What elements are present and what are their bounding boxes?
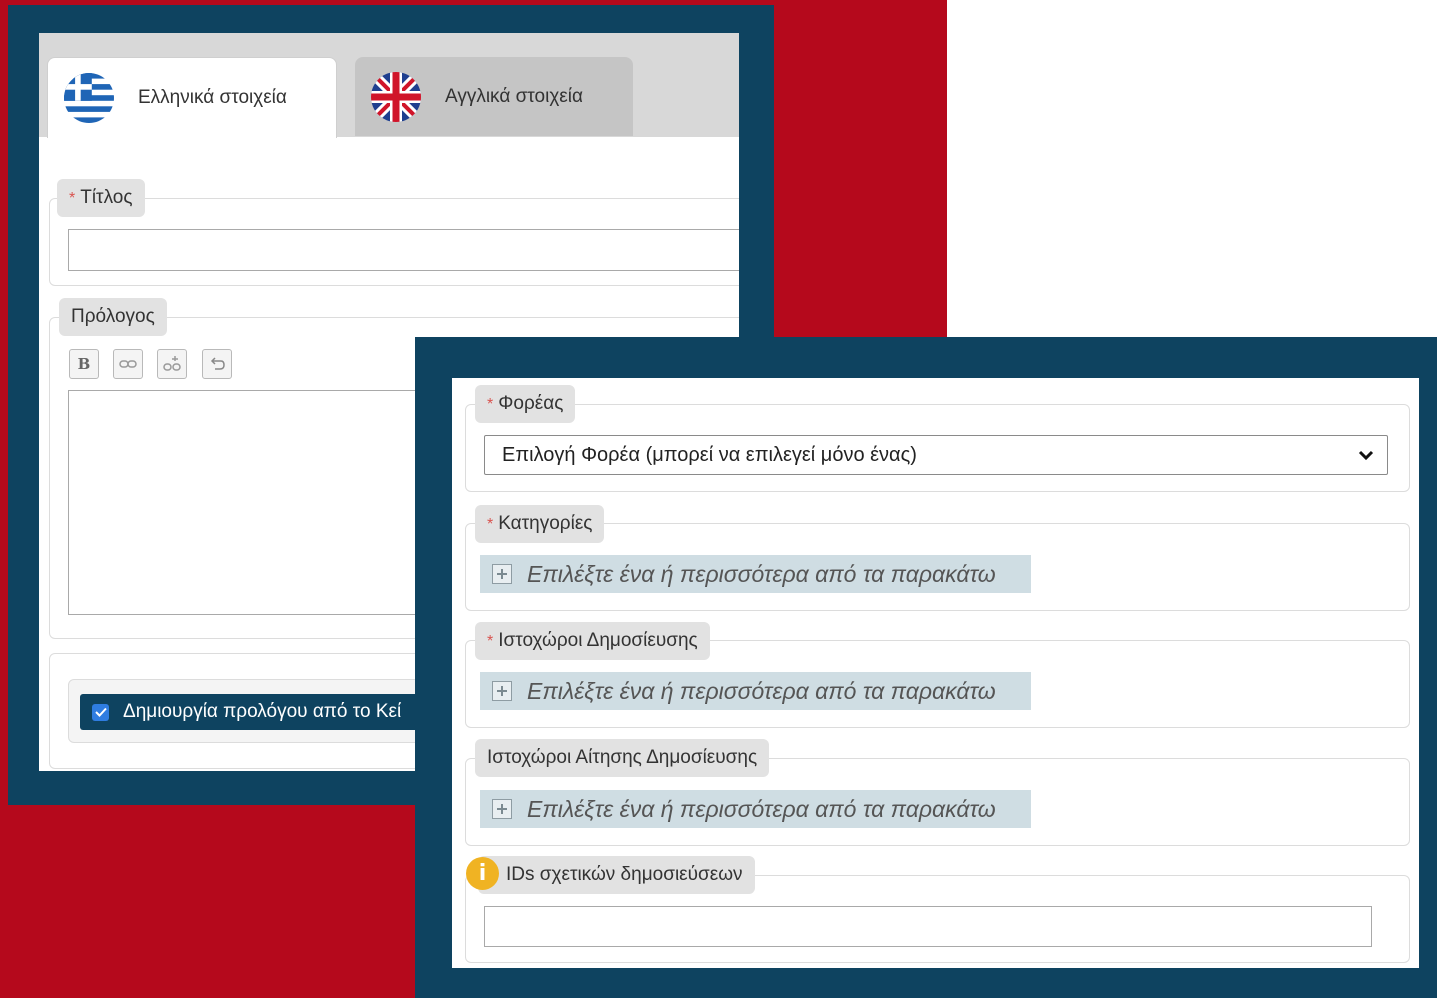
publish-sites-placeholder: Επιλέξτε ένα ή περισσότερα από τα παρακά… bbox=[527, 677, 996, 704]
title-input[interactable] bbox=[68, 229, 739, 271]
required-marker: * bbox=[487, 516, 494, 533]
tab-label: Αγγλικά στοιχεία bbox=[445, 85, 583, 107]
bold-icon[interactable]: B bbox=[69, 349, 99, 379]
organization-select[interactable]: Επιλογή Φορέα (μπορεί να επιλεγεί μόνο έ… bbox=[484, 435, 1388, 475]
request-sites-multiselect[interactable]: Επιλέξτε ένα ή περισσότερα από τα παρακά… bbox=[480, 790, 1031, 828]
checkbox-label: Δημιουργία προλόγου από το Κεί bbox=[123, 701, 402, 722]
required-marker: * bbox=[69, 190, 76, 207]
plus-box-icon bbox=[492, 799, 512, 819]
prologue-label: Πρόλογος bbox=[59, 298, 167, 336]
unlink-icon[interactable] bbox=[157, 349, 187, 379]
request-sites-placeholder: Επιλέξτε ένα ή περισσότερα από τα παρακά… bbox=[527, 795, 996, 822]
plus-box-icon bbox=[492, 681, 512, 701]
link-icon[interactable] bbox=[113, 349, 143, 379]
uk-flag-icon bbox=[371, 71, 421, 122]
required-marker: * bbox=[487, 396, 494, 413]
tab-greek-details[interactable]: Ελληνικά στοιχεία bbox=[47, 57, 337, 138]
tab-label: Ελληνικά στοιχεία bbox=[138, 87, 287, 108]
undo-icon[interactable] bbox=[202, 349, 232, 379]
related-ids-label: IDs σχετικών δημοσιεύσεων bbox=[478, 856, 755, 894]
tab-english-details[interactable]: Αγγλικά στοιχεία bbox=[355, 57, 633, 136]
publish-sites-label: * Ιστοχώροι Δημοσίευσης bbox=[475, 622, 710, 660]
generate-prologue-checkbox[interactable] bbox=[92, 703, 109, 721]
related-ids-input[interactable] bbox=[484, 906, 1372, 947]
organization-label: * Φορέας bbox=[475, 385, 576, 423]
organization-selected-value: Επιλογή Φορέα (μπορεί να επιλεγεί μόνο έ… bbox=[502, 443, 917, 466]
request-sites-label: Ιστοχώροι Αίτησης Δημοσίευσης bbox=[475, 739, 770, 777]
categories-placeholder: Επιλέξτε ένα ή περισσότερα από τα παρακά… bbox=[527, 560, 996, 587]
greek-flag-icon bbox=[64, 73, 114, 123]
chevron-down-icon bbox=[1358, 450, 1374, 461]
publish-sites-multiselect[interactable]: Επιλέξτε ένα ή περισσότερα από τα παρακά… bbox=[480, 672, 1031, 710]
title-label: * Τίτλος bbox=[57, 179, 145, 217]
tab-bar: Ελληνικά στοιχεία Αγγλικά στοιχεία bbox=[39, 33, 739, 138]
categories-label: * Κατηγορίες bbox=[475, 505, 605, 543]
categories-multiselect[interactable]: Επιλέξτε ένα ή περισσότερα από τα παρακά… bbox=[480, 555, 1031, 593]
required-marker: * bbox=[487, 633, 494, 650]
plus-box-icon bbox=[492, 564, 512, 584]
info-icon[interactable]: i bbox=[466, 857, 499, 890]
